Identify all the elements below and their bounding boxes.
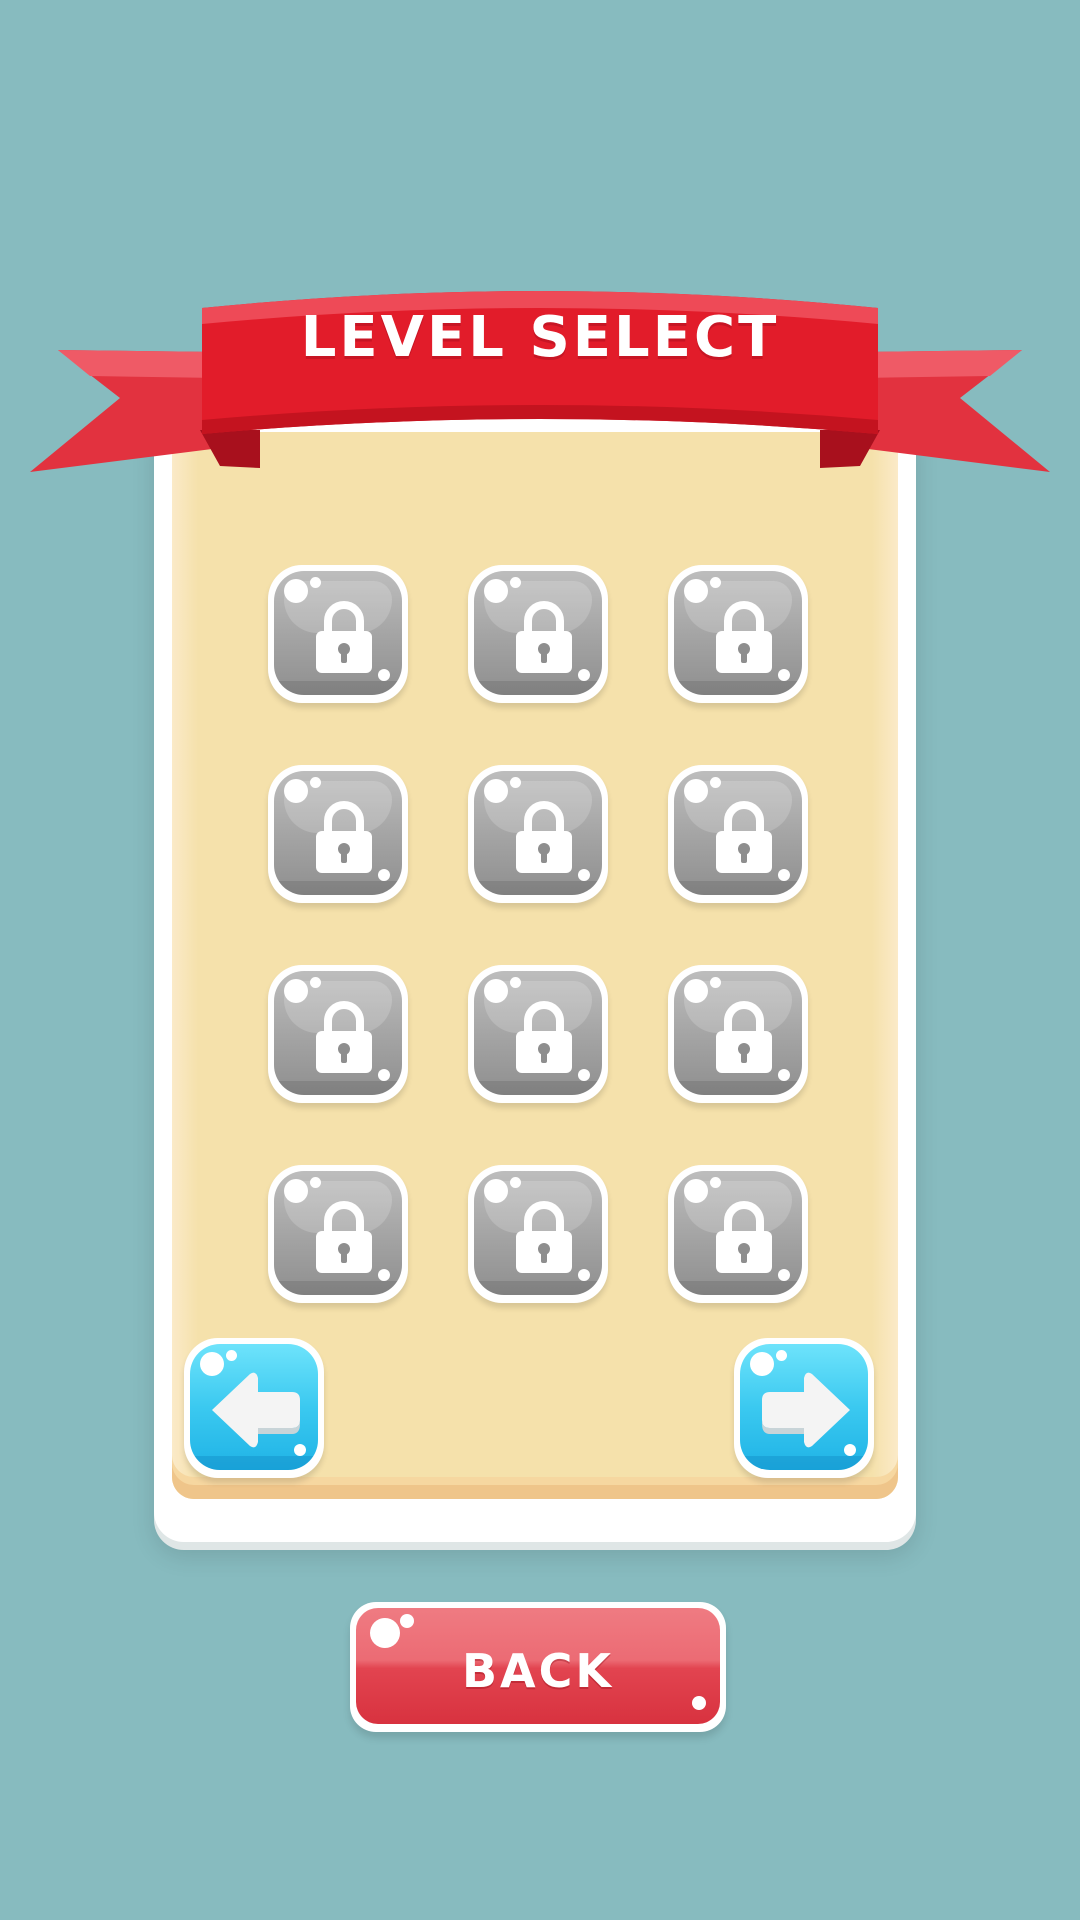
- level-select-screen: LEVEL SELECT BACK: [0, 0, 1080, 1920]
- level-button-12[interactable]: [668, 1165, 808, 1303]
- level-button-10[interactable]: [268, 1165, 408, 1303]
- level-button-8[interactable]: [468, 965, 608, 1103]
- level-button-11[interactable]: [468, 1165, 608, 1303]
- level-button-4[interactable]: [268, 765, 408, 903]
- lock-icon: [516, 1201, 572, 1273]
- level-button-6[interactable]: [668, 765, 808, 903]
- lock-icon: [716, 1001, 772, 1073]
- arrow-left-icon: [212, 1372, 300, 1448]
- page-title: LEVEL SELECT: [300, 305, 780, 370]
- lock-icon: [316, 601, 372, 673]
- level-button-5[interactable]: [468, 765, 608, 903]
- lock-icon: [316, 801, 372, 873]
- level-button-2[interactable]: [468, 565, 608, 703]
- level-button-7[interactable]: [268, 965, 408, 1103]
- back-button-label: BACK: [461, 1644, 615, 1698]
- lock-icon: [316, 1201, 372, 1273]
- lock-icon: [316, 1001, 372, 1073]
- lock-icon: [716, 801, 772, 873]
- lock-icon: [516, 1001, 572, 1073]
- prev-page-button[interactable]: [184, 1338, 324, 1478]
- back-button[interactable]: BACK: [350, 1602, 726, 1732]
- lock-icon: [716, 1201, 772, 1273]
- level-button-9[interactable]: [668, 965, 808, 1103]
- level-button-1[interactable]: [268, 565, 408, 703]
- lock-icon: [516, 801, 572, 873]
- lock-icon: [716, 601, 772, 673]
- arrow-right-icon: [762, 1372, 850, 1448]
- lock-icon: [516, 601, 572, 673]
- next-page-button[interactable]: [734, 1338, 874, 1478]
- level-button-3[interactable]: [668, 565, 808, 703]
